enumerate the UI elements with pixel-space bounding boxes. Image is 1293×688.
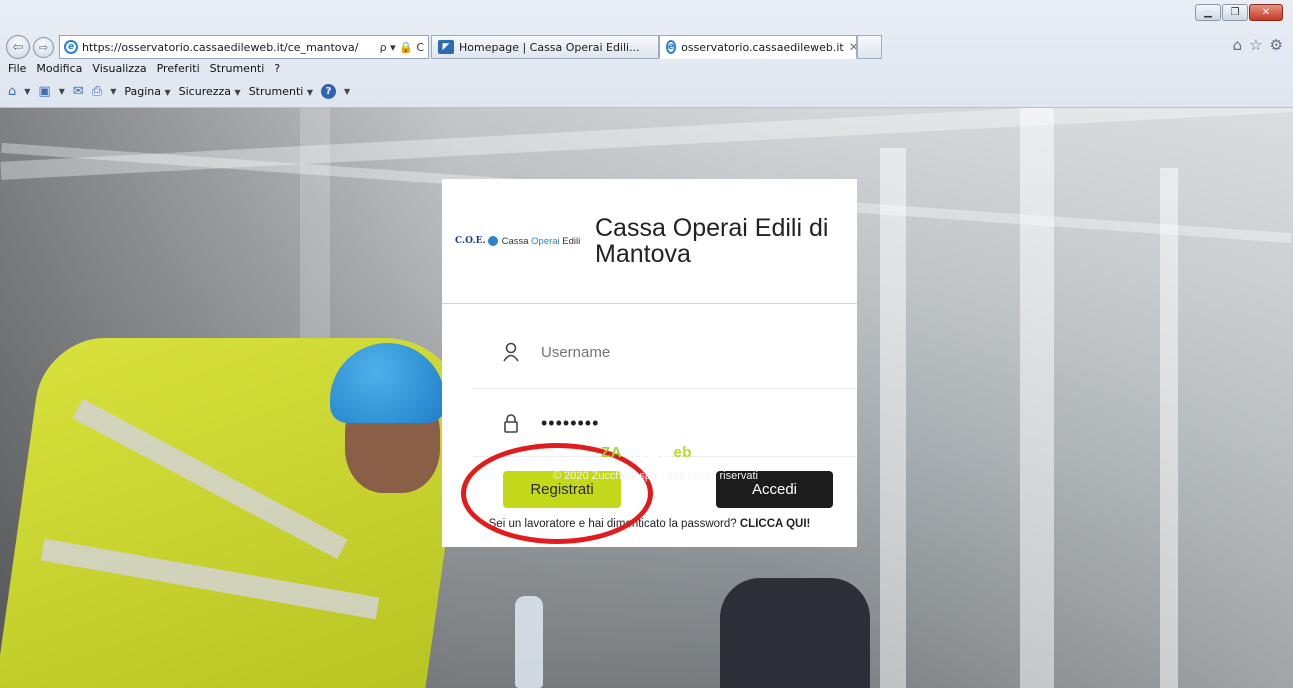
lock-icon <box>502 413 520 433</box>
login-header: C.O.E. Cassa Operai Edili Cassa Operai E… <box>442 179 857 304</box>
logo-mark: C.O.E. <box>455 236 498 246</box>
pillar <box>300 108 330 348</box>
address-tools[interactable]: ρ ▾ 🔒 C <box>380 41 424 54</box>
browser-chrome: ▁ ❐ ✕ ⇦ ⇨ e https://osservatorio.cassaed… <box>0 0 1293 108</box>
navigation-row: ⇦ ⇨ e https://osservatorio.cassaedileweb… <box>6 34 882 60</box>
menu-strumenti[interactable]: Strumenti <box>210 62 265 75</box>
logo-text: Cassa Operai Edili <box>501 235 581 247</box>
login-card: C.O.E. Cassa Operai Edili Cassa Operai E… <box>442 179 857 547</box>
chevron-down-icon[interactable]: ▼ <box>24 87 30 96</box>
password-field[interactable]: •••••••• <box>502 408 832 438</box>
field-divider <box>472 388 857 389</box>
cmd-strumenti[interactable]: Strumenti ▼ <box>249 85 313 98</box>
brand-footer: ZASICEWeb <box>0 444 1293 461</box>
menu-modifica[interactable]: Modifica <box>36 62 82 75</box>
feeds-icon[interactable]: ▣ <box>38 84 50 99</box>
username-input[interactable] <box>541 343 791 361</box>
ie-favicon-icon: e <box>666 40 677 54</box>
browser-right-icons: ⌂ ☆ ⚙ <box>1233 36 1283 54</box>
username-field[interactable] <box>502 337 832 367</box>
print-icon[interactable]: ⎙ <box>92 84 102 99</box>
menu-bar: File Modifica Visualizza Preferiti Strum… <box>8 62 280 75</box>
coe-logo: C.O.E. Cassa Operai Edili <box>455 236 595 247</box>
copyright-text: © 2020 Zucchetti spa - tutti i diritti r… <box>553 470 758 482</box>
close-window-icon[interactable]: ✕ <box>1249 4 1283 21</box>
menu-visualizza[interactable]: Visualizza <box>92 62 146 75</box>
tab-homepage[interactable]: ◤ Homepage | Cassa Operai Edili... <box>431 35 659 59</box>
forgot-password-link[interactable]: CLICCA QUI! <box>740 518 810 530</box>
settings-gear-icon[interactable]: ⚙ <box>1270 36 1283 54</box>
ceiling-beam <box>0 108 1293 180</box>
user-icon <box>502 342 520 362</box>
command-bar: ⌂ ▼ ▣ ▼ ✉ ⎙ ▼ Pagina ▼ Sicurezza ▼ Strument… <box>8 84 350 99</box>
ie-icon: e <box>64 40 78 54</box>
restore-icon[interactable]: ❐ <box>1222 4 1248 21</box>
menu-help[interactable]: ? <box>274 62 280 75</box>
favorites-star-icon[interactable]: ☆ <box>1249 36 1262 54</box>
page-title: Cassa Operai Edili di Mantova <box>595 214 829 268</box>
chevron-down-icon[interactable]: ▼ <box>59 87 65 96</box>
new-tab-button[interactable] <box>857 35 882 59</box>
logo-dot-icon <box>487 236 498 246</box>
window-controls: ▁ ❐ ✕ <box>1195 4 1283 21</box>
person-suit-image <box>720 578 870 688</box>
tab-homepage-label: Homepage | Cassa Operai Edili... <box>459 40 640 54</box>
help-icon[interactable]: ? <box>320 84 336 99</box>
pillar <box>880 148 906 688</box>
chevron-down-icon[interactable]: ▼ <box>110 87 116 96</box>
home-icon[interactable]: ⌂ <box>1233 36 1243 54</box>
address-bar[interactable]: e https://osservatorio.cassaedileweb.it/… <box>59 35 429 59</box>
chevron-down-icon[interactable]: ▼ <box>344 87 350 96</box>
tab-close-icon[interactable]: ✕ <box>849 40 856 54</box>
menu-file[interactable]: File <box>8 62 26 75</box>
site-favicon-icon: ◤ <box>438 40 454 54</box>
pillar <box>1020 108 1054 688</box>
sicew-logo: ZASICEWeb <box>601 444 692 461</box>
forgot-password-text: Sei un lavoratore e hai dimenticato la p… <box>488 518 811 530</box>
cmd-sicurezza[interactable]: Sicurezza ▼ <box>179 85 241 98</box>
forward-icon[interactable]: ⇨ <box>33 36 54 58</box>
cmd-pagina[interactable]: Pagina ▼ <box>124 85 170 98</box>
tab-osservatorio[interactable]: e osservatorio.cassaedileweb.it ✕ <box>659 35 857 59</box>
back-icon[interactable]: ⇦ <box>6 35 30 59</box>
minimize-icon[interactable]: ▁ <box>1195 4 1221 21</box>
home-cmd-icon[interactable]: ⌂ <box>8 84 16 99</box>
password-input[interactable]: •••••••• <box>541 413 791 434</box>
mail-icon[interactable]: ✉ <box>73 84 84 99</box>
pillar <box>1160 168 1178 688</box>
bottle-image <box>515 596 543 688</box>
address-url[interactable]: https://osservatorio.cassaedileweb.it/ce… <box>82 41 376 54</box>
tab-osservatorio-label: osservatorio.cassaedileweb.it <box>681 40 844 54</box>
menu-preferiti[interactable]: Preferiti <box>157 62 200 75</box>
